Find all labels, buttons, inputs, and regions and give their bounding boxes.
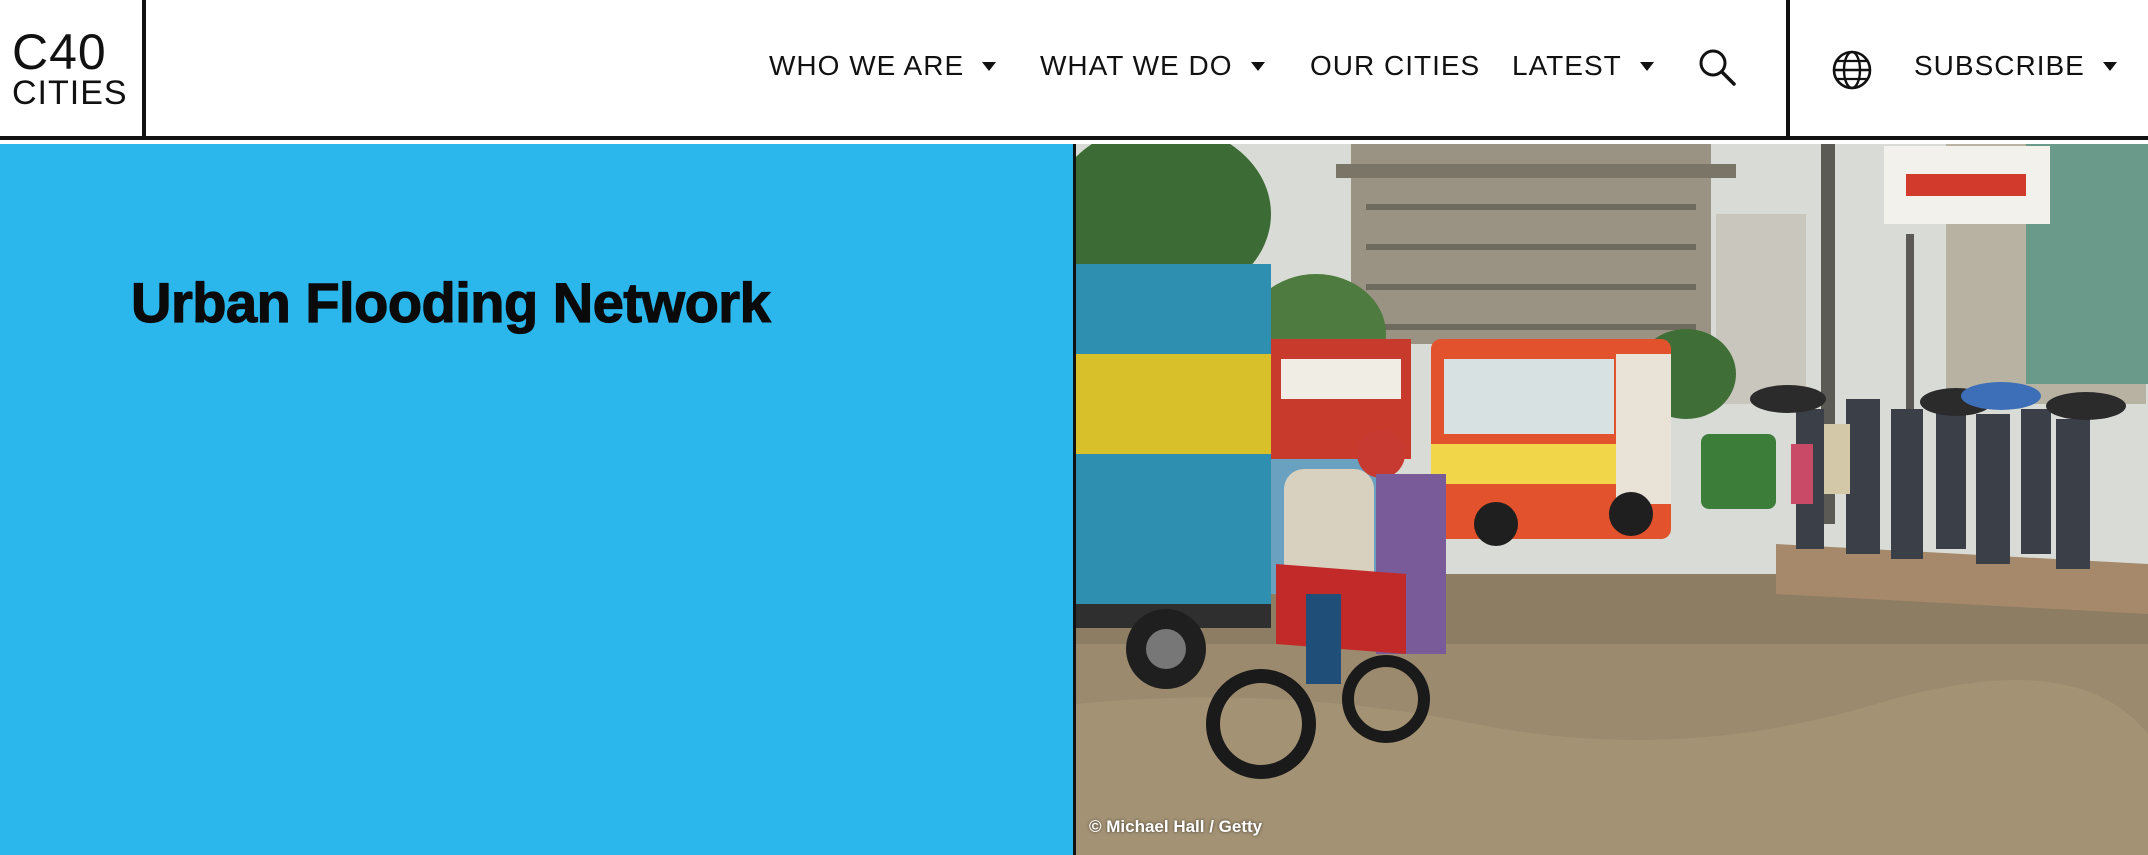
nav-what-we-do[interactable]: WHAT WE DO bbox=[1040, 50, 1265, 82]
caret-down-icon bbox=[2102, 61, 2117, 71]
nav-who-we-are[interactable]: WHO WE ARE bbox=[769, 50, 997, 82]
nav-latest-label: LATEST bbox=[1512, 50, 1622, 81]
image-credit: © Michael Hall / Getty bbox=[1089, 817, 1263, 836]
subscribe-label: SUBSCRIBE bbox=[1914, 50, 2085, 81]
header-divider bbox=[1786, 0, 1790, 140]
nav-latest[interactable]: LATEST bbox=[1512, 50, 1654, 82]
hero-panel: Urban Flooding Network bbox=[0, 144, 1073, 855]
logo-line-2: CITIES bbox=[12, 74, 128, 112]
page-title: Urban Flooding Network bbox=[130, 270, 771, 334]
flooded-street-photo bbox=[1076, 144, 2148, 855]
globe-icon[interactable] bbox=[1831, 49, 1873, 91]
c40-cities-logo[interactable]: C40 CITIES bbox=[0, 0, 146, 140]
logo-line-1: C40 bbox=[12, 24, 107, 80]
search-icon[interactable] bbox=[1697, 47, 1737, 87]
caret-down-icon bbox=[1250, 61, 1265, 71]
caret-down-icon bbox=[982, 61, 997, 71]
caret-down-icon bbox=[1639, 61, 1654, 71]
nav-our-cities-label: OUR CITIES bbox=[1310, 50, 1481, 81]
nav-our-cities[interactable]: OUR CITIES bbox=[1310, 50, 1480, 82]
hero-photo bbox=[1076, 144, 2148, 855]
nav-who-we-are-label: WHO WE ARE bbox=[769, 50, 965, 81]
nav-what-we-do-label: WHAT WE DO bbox=[1040, 50, 1233, 81]
subscribe-button[interactable]: SUBSCRIBE bbox=[1914, 50, 2117, 82]
site-header: C40 CITIES WHO WE ARE WHAT WE DO OUR CIT… bbox=[0, 0, 2148, 140]
